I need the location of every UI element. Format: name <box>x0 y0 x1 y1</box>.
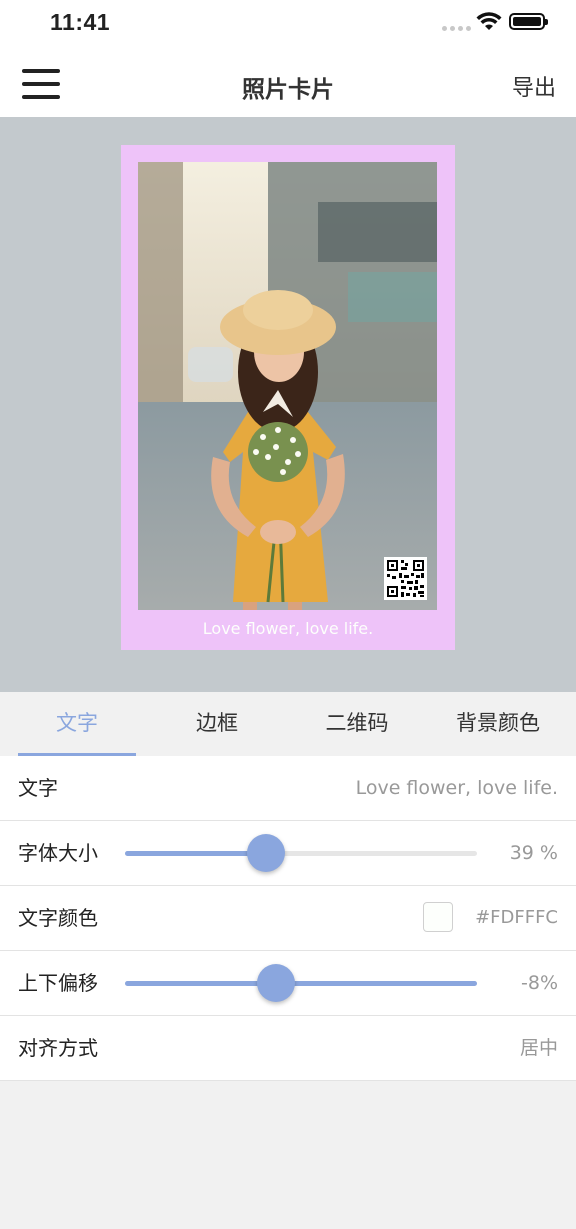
font-size-row: 字体大小 39 % <box>0 821 576 886</box>
alignment-value[interactable]: 居中 <box>520 1016 558 1080</box>
wifi-icon <box>476 12 502 30</box>
font-size-slider[interactable] <box>125 834 477 872</box>
page-title: 照片卡片 <box>242 77 334 103</box>
vertical-offset-slider-fill <box>125 981 477 986</box>
qr-code-icon <box>384 557 427 600</box>
settings-list: 文字 Love flower, love life. 字体大小 39 % 文字颜… <box>0 756 576 1081</box>
card-caption: Love flower, love life. <box>202 619 374 638</box>
card-preview-area: Love flower, love life. <box>0 117 576 692</box>
text-label: 文字 <box>18 776 58 800</box>
photo-card[interactable]: Love flower, love life. <box>121 145 455 650</box>
export-button[interactable]: 导出 <box>512 70 556 102</box>
vertical-offset-slider-thumb[interactable] <box>257 964 296 1002</box>
tab-background-color[interactable]: 背景颜色 <box>438 692 558 756</box>
tab-qr-code[interactable]: 二维码 <box>298 692 416 756</box>
text-color-label: 文字颜色 <box>18 906 98 930</box>
text-color-value: #FDFFFC <box>475 907 558 928</box>
text-input[interactable]: Love flower, love life. <box>356 756 558 820</box>
tab-border[interactable]: 边框 <box>158 692 276 756</box>
nav-bar: 照片卡片 导出 <box>0 50 576 118</box>
text-row[interactable]: 文字 Love flower, love life. <box>0 756 576 821</box>
vertical-offset-value: -8% <box>521 972 558 994</box>
vertical-offset-row: 上下偏移 -8% <box>0 951 576 1016</box>
signal-icon <box>442 26 471 31</box>
font-size-slider-fill <box>125 851 266 856</box>
font-size-slider-thumb[interactable] <box>246 834 285 872</box>
status-bar: 11:41 <box>0 0 576 50</box>
text-color-row[interactable]: 文字颜色 #FDFFFC <box>0 886 576 951</box>
alignment-label: 对齐方式 <box>18 1036 98 1060</box>
text-color-swatch[interactable] <box>423 902 453 932</box>
tab-text[interactable]: 文字 <box>18 692 136 756</box>
photo-illustration <box>138 162 437 610</box>
card-photo <box>138 162 437 610</box>
status-time: 11:41 <box>50 9 111 35</box>
battery-icon <box>509 13 548 30</box>
editor-tabs: 文字 边框 二维码 背景颜色 <box>0 692 576 756</box>
alignment-row[interactable]: 对齐方式 居中 <box>0 1016 576 1081</box>
font-size-value: 39 % <box>509 842 558 864</box>
vertical-offset-label: 上下偏移 <box>18 971 98 995</box>
font-size-label: 字体大小 <box>18 841 98 865</box>
vertical-offset-slider[interactable] <box>125 964 477 1002</box>
